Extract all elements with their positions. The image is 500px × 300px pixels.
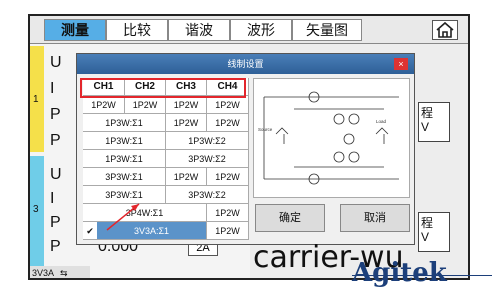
table-cell[interactable]: 1P2W (125, 96, 166, 114)
range-box-1[interactable]: 程 V (418, 102, 450, 142)
cancel-button[interactable]: 取消 (340, 204, 410, 232)
table-cell[interactable]: 1P3W:Σ1 (83, 132, 166, 150)
source-label: Source (258, 127, 273, 132)
table-cell[interactable]: 1P2W (166, 168, 207, 186)
header-highlight (80, 78, 246, 98)
label-p: P (50, 214, 61, 231)
table-cell[interactable]: 1P2W (207, 222, 249, 240)
pointer-arrow-icon (106, 203, 140, 231)
label-p2: P (50, 132, 61, 149)
table-cell[interactable]: 1P2W (83, 96, 125, 114)
label-i: I (50, 80, 55, 97)
range-label: 程 (421, 216, 434, 230)
label-u: U (50, 166, 62, 183)
label-p2: P (50, 238, 61, 255)
circuit-diagram: Source Load (258, 91, 399, 185)
range-box-2[interactable]: 程 V (418, 212, 450, 252)
table-cell[interactable]: 3P3W:Σ2 (166, 186, 249, 204)
wiring-diagram: Source Load (253, 78, 410, 198)
table-cell[interactable]: 1P3W:Σ1 (83, 150, 166, 168)
channel-number: 3 (33, 204, 39, 215)
table-cell[interactable]: 1P3W:Σ2 (166, 132, 249, 150)
tab-vector[interactable]: 矢量图 (292, 19, 362, 41)
table-cell[interactable]: 3P4W:Σ1 (83, 204, 207, 222)
table-cell[interactable]: 1P2W (166, 96, 207, 114)
tab-harmonic[interactable]: 谐波 (168, 19, 230, 41)
table-cell[interactable]: 1P2W (207, 114, 249, 132)
table-cell[interactable]: 1P2W (207, 96, 249, 114)
channel-number: 1 (33, 94, 39, 105)
range-unit-v: V (421, 120, 430, 134)
label-i: I (50, 190, 55, 207)
dialog-title: 线制设置 (227, 59, 264, 69)
table-cell[interactable]: 1P2W (166, 114, 207, 132)
wiring-table: CH1 CH2 CH3 CH4 1P2W 1P2W 1P2W 1P2W 1P3W… (83, 78, 249, 240)
home-button[interactable] (432, 20, 458, 40)
range-label: 程 (421, 106, 434, 120)
status-bar: 3V3A ⇆ (30, 266, 90, 278)
table-cell[interactable]: 3P3W:Σ2 (166, 150, 249, 168)
confirm-button[interactable]: 确定 (255, 204, 325, 232)
tab-bar: 测量 比较 谐波 波形 矢量图 (30, 16, 468, 44)
tab-waveform[interactable]: 波形 (230, 19, 292, 41)
brand-logo: Agitek (352, 258, 447, 288)
range-unit-v: V (421, 230, 430, 244)
table-cell[interactable]: 1P2W (207, 168, 249, 186)
tab-measure[interactable]: 测量 (44, 19, 106, 41)
check-icon: ✔ (83, 222, 97, 240)
home-icon (436, 21, 454, 38)
table-cell[interactable]: 1P2W (207, 204, 249, 222)
close-button[interactable]: × (394, 58, 408, 70)
usb-icon: ⇆ (60, 268, 68, 278)
label-u: U (50, 54, 62, 71)
brand-underline (352, 275, 492, 276)
table-cell[interactable]: 3P3W:Σ1 (83, 168, 166, 186)
load-label: Load (376, 119, 387, 124)
label-p: P (50, 106, 61, 123)
table-cell[interactable]: 1P3W:Σ1 (83, 114, 166, 132)
tab-compare[interactable]: 比较 (106, 19, 168, 41)
wiring-mode-status: 3V3A (32, 268, 54, 278)
